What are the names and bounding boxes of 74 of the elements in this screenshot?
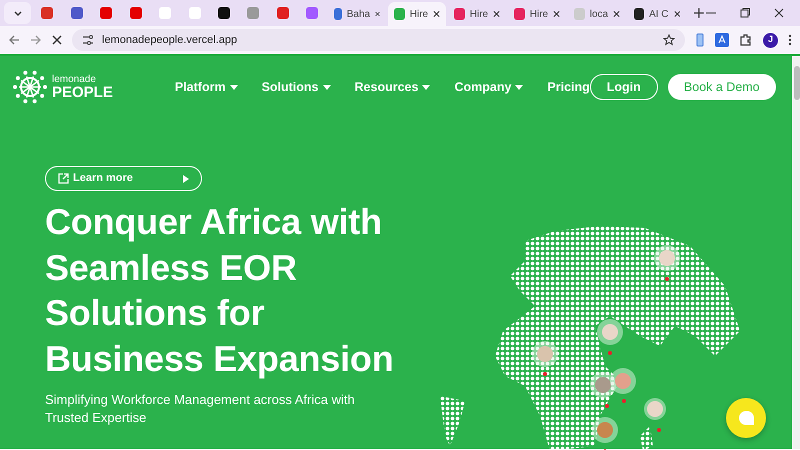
browser-tab[interactable]: loca (568, 2, 626, 26)
avatar-pin-icon (597, 319, 623, 355)
favicon-icon (574, 8, 585, 20)
tab-title: loca (590, 8, 608, 22)
favicon-icon (41, 7, 54, 19)
avatar-pin-icon (532, 341, 558, 376)
favicon-icon (70, 7, 83, 19)
chat-button[interactable] (726, 398, 766, 438)
favicon-icon (514, 8, 525, 20)
scrollbar[interactable] (792, 56, 800, 449)
close-icon[interactable] (52, 35, 62, 45)
back-icon[interactable] (8, 34, 20, 46)
close-tab-icon[interactable] (613, 10, 620, 18)
favicon-icon (100, 7, 112, 19)
play-icon (183, 174, 189, 182)
site-settings-icon[interactable] (82, 35, 94, 45)
avatar-pin-icon (590, 372, 616, 408)
hero-subtitle: Simplifying Workforce Management across Africa with Trusted Expertise (45, 391, 356, 427)
favicon-icon (159, 7, 172, 19)
caret-down-icon (230, 84, 238, 90)
translate-icon[interactable] (715, 33, 729, 47)
favicon-icon (634, 8, 644, 20)
browser-tab[interactable]: Hire (448, 2, 506, 26)
browser-tab[interactable]: Hire (388, 2, 446, 26)
favicon-icon (218, 7, 230, 19)
external-link-icon (58, 173, 69, 184)
favicon-icon (276, 7, 289, 19)
profile-avatar[interactable]: J (763, 32, 778, 48)
caret-down-icon (422, 84, 430, 90)
tab-title: Hire (410, 8, 428, 22)
avatar-pin-icon (592, 417, 618, 450)
avatar-pin-icon (644, 398, 666, 432)
close-tab-icon[interactable] (493, 10, 500, 18)
close-window-icon[interactable] (774, 8, 784, 18)
avatar-pin-icon (610, 368, 636, 403)
logo-text: lemonade (52, 74, 97, 84)
favicon-icon (130, 7, 142, 19)
favicon-icon (394, 8, 405, 20)
favicon-icon (188, 7, 201, 19)
close-tab-icon[interactable] (433, 10, 440, 18)
hero-title: Business Expansion (45, 336, 394, 380)
browser-tab[interactable]: Hire (508, 2, 566, 26)
extensions-icon[interactable] (739, 33, 753, 47)
hero-title: Solutions for (45, 291, 264, 335)
tab-title: Hire (470, 8, 488, 22)
restore-icon[interactable] (740, 8, 750, 18)
url-text: lemonadepeople.vercel.app (102, 32, 238, 48)
close-tab-icon[interactable] (375, 10, 380, 18)
tab-title: Hire (530, 8, 548, 22)
tab-title: Baha (346, 8, 370, 22)
new-tab-icon[interactable] (694, 8, 704, 18)
menu-icon[interactable] (788, 34, 792, 46)
logo-icon (12, 69, 48, 105)
star-icon[interactable] (663, 34, 675, 46)
browser-tab[interactable]: AI C (628, 2, 686, 26)
hero-title: Conquer Africa with (45, 200, 382, 244)
logo-text: PEOPLE (52, 84, 113, 100)
close-tab-icon[interactable] (674, 10, 680, 18)
tab-title: AI C (649, 8, 669, 22)
caret-down-icon (515, 84, 524, 90)
favicon-icon (306, 7, 318, 19)
chevron-down-icon (14, 10, 22, 16)
favicon-icon (334, 8, 342, 20)
address-bar[interactable]: lemonadepeople.vercel.app (72, 29, 685, 51)
favicon-icon (247, 7, 260, 19)
chat-bubble-icon (738, 410, 754, 426)
forward-icon[interactable] (30, 34, 42, 46)
close-tab-icon[interactable] (553, 10, 560, 18)
tab-list-button[interactable] (4, 2, 32, 24)
browser-tab[interactable]: Baha (328, 2, 386, 26)
hero-title: Seamless EOR (45, 246, 297, 290)
favicon-icon (454, 8, 465, 20)
avatar-pin-icon (654, 245, 680, 281)
caret-down-icon (322, 84, 331, 90)
